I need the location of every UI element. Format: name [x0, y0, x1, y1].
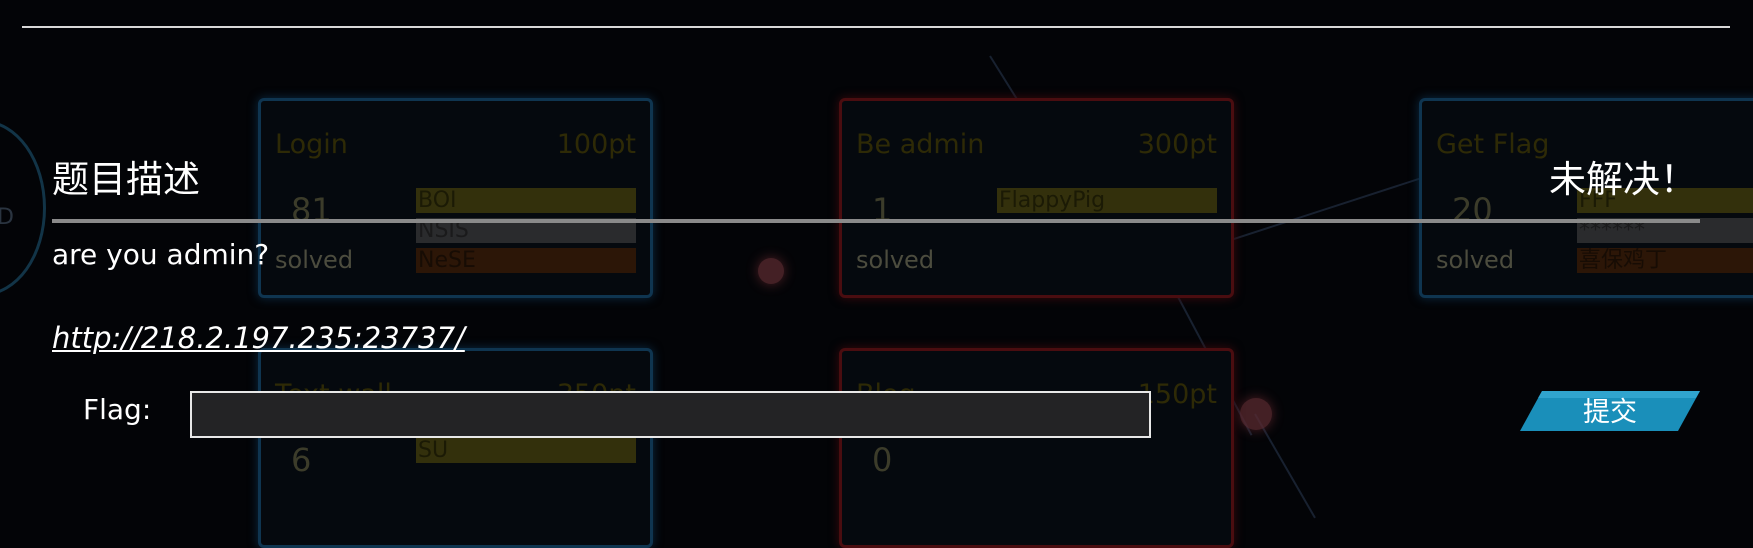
decorative-node — [1240, 398, 1272, 430]
tile-title: Get Flag — [1436, 129, 1550, 160]
modal-heading: 题目描述 — [52, 158, 200, 201]
tile-points: 100pt — [556, 129, 636, 160]
tile-team-bar: 喜保鸡丁 — [1577, 248, 1753, 273]
solve-status: 未解决！ — [1549, 158, 1697, 201]
tile-points: 300pt — [1137, 129, 1217, 160]
challenge-link[interactable]: http://218.2.197.235:23737/ — [52, 320, 465, 356]
challenge-tile[interactable]: Text wall 350pt 6 SU — [258, 348, 653, 548]
decorative-node — [758, 258, 784, 284]
heading-divider — [52, 219, 1700, 223]
tile-team-bar: BOI — [416, 188, 636, 213]
edge-glyph: D — [0, 205, 14, 230]
tile-title: Login — [275, 129, 348, 160]
tile-title: Be admin — [856, 129, 985, 160]
challenge-tile[interactable]: Login 100pt 81 solved BOI NSIS NeSE — [258, 98, 653, 298]
tile-solved-label: solved — [275, 246, 354, 274]
modal-top-divider — [22, 26, 1730, 28]
flag-input[interactable] — [190, 391, 1151, 438]
submit-button[interactable]: 提交 — [1520, 391, 1700, 431]
tile-solved-label: solved — [856, 246, 935, 274]
tile-team-bar: NeSE — [416, 248, 636, 273]
tile-team-bar: SU — [416, 438, 636, 463]
tile-solved-count: 20 — [1452, 191, 1493, 229]
tile-solved-count: 6 — [291, 441, 312, 479]
decorative-line — [1254, 413, 1316, 519]
tile-solved-count: 81 — [291, 191, 332, 229]
tile-solved-label: solved — [1436, 246, 1515, 274]
tile-solved-count: 1 — [872, 191, 893, 229]
challenge-tile[interactable]: Blog 150pt 0 — [839, 348, 1234, 548]
challenge-description: are you admin? — [52, 238, 270, 271]
submit-button-label: 提交 — [1583, 397, 1637, 428]
tile-team-bar: FlappyPig — [997, 188, 1217, 213]
tile-solved-count: 0 — [872, 441, 893, 479]
flag-label: Flag: — [83, 393, 152, 426]
challenge-tile[interactable]: Be admin 300pt 1 solved FlappyPig — [839, 98, 1234, 298]
